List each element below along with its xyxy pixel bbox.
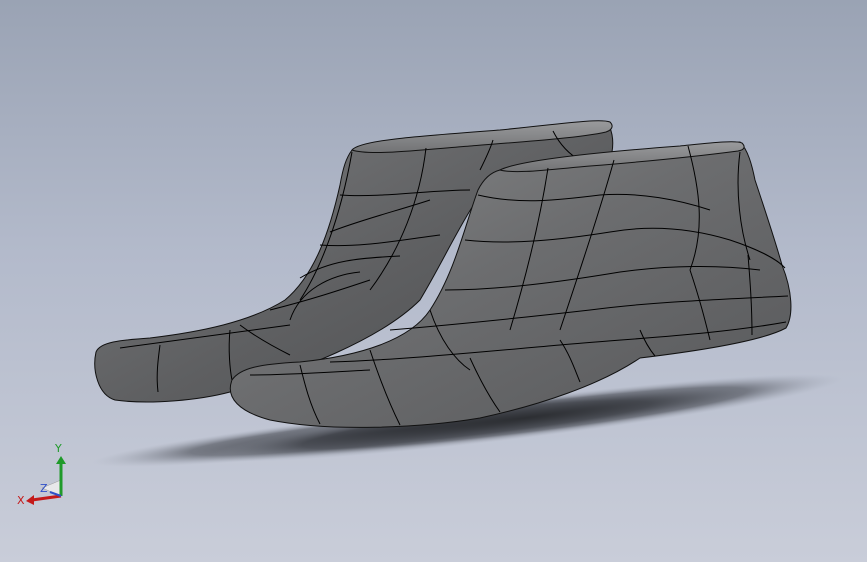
- x-axis-label: X: [17, 494, 25, 507]
- z-axis-label: Z: [40, 482, 48, 495]
- x-axis-arrow: [31, 494, 62, 502]
- x-axis-head: [26, 495, 34, 505]
- model-scene[interactable]: [0, 0, 867, 562]
- y-axis-label: Y: [54, 442, 62, 455]
- graphics-viewport[interactable]: Y X Z: [0, 0, 867, 562]
- coordinate-triad: Y X Z: [17, 442, 66, 507]
- y-axis-head: [56, 456, 66, 464]
